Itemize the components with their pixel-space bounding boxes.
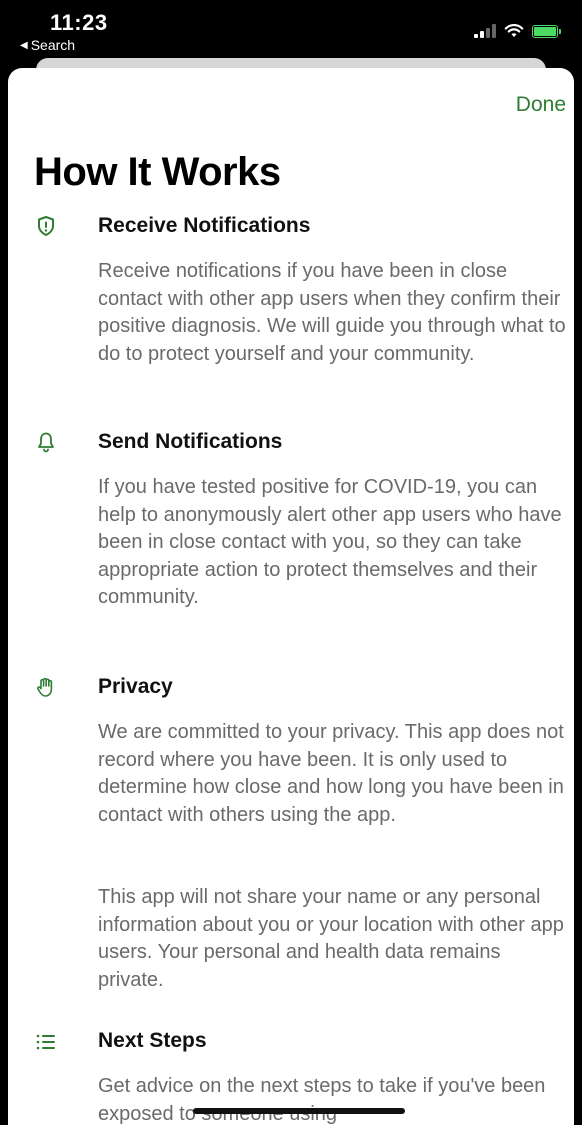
home-indicator[interactable]	[193, 1108, 405, 1114]
cellular-signal-icon	[474, 24, 496, 38]
back-triangle-icon: ◀	[20, 39, 28, 51]
section-body: We are committed to your privacy. This a…	[98, 721, 564, 826]
alert-shield-icon	[38, 216, 54, 236]
section-heading: Send Notifications	[98, 430, 283, 453]
status-bar: 11:23 ◀ Search	[0, 0, 582, 60]
section-body-secondary: This app will not share your name or any…	[98, 886, 564, 991]
section-heading: Receive Notifications	[98, 214, 311, 237]
battery-icon	[532, 24, 561, 38]
back-to-search-button[interactable]: ◀ Search	[20, 37, 75, 53]
bell-icon	[38, 432, 54, 453]
wifi-icon	[504, 24, 524, 37]
status-icons	[474, 24, 561, 38]
section-heading: Next Steps	[98, 1029, 207, 1052]
section-heading: Privacy	[98, 675, 173, 698]
back-label: Search	[30, 37, 76, 53]
status-time: 11:23	[50, 10, 108, 35]
hand-icon	[37, 677, 53, 697]
list-icon	[36, 1034, 55, 1050]
section-body: Receive notifications if you have been i…	[98, 260, 566, 365]
page-title: How It Works	[34, 150, 281, 194]
section-body: Get advice on the next steps to take if …	[98, 1075, 546, 1125]
app-screen: 11:23 ◀ Search Done How It Works Receive…	[0, 0, 582, 1125]
section-body: If you have tested positive for COVID-19…	[98, 476, 562, 608]
how-it-works-sheet: Done How It Works Receive Notifications …	[8, 68, 574, 1125]
done-button[interactable]: Done	[516, 93, 566, 117]
